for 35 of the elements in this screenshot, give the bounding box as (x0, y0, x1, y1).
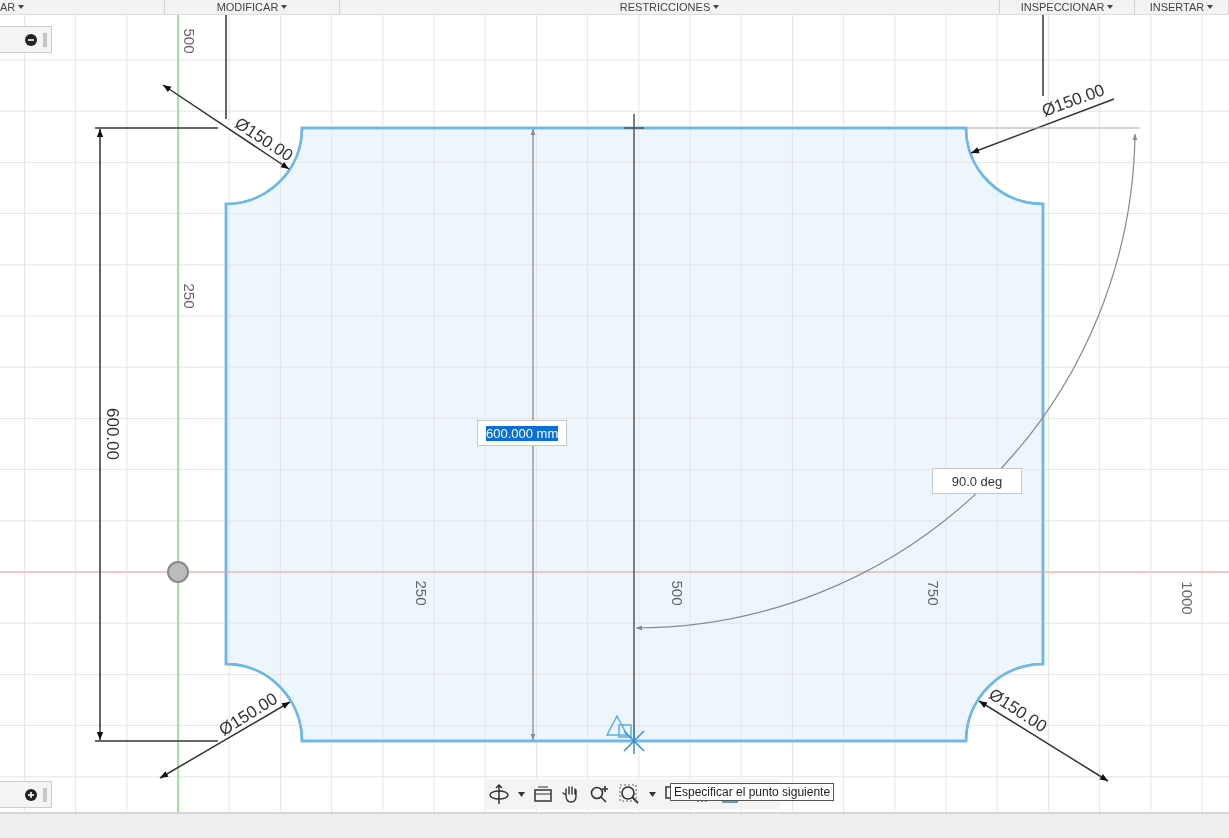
axis-label: 500 (181, 28, 198, 54)
grip-icon[interactable] (43, 32, 47, 47)
caret-icon (713, 5, 720, 9)
angle-input[interactable]: 90.0 deg (932, 468, 1022, 494)
orbit-icon[interactable] (488, 783, 510, 805)
caret-icon (18, 5, 25, 9)
menu-item[interactable]: INSPECCIONAR (1020, 0, 1114, 14)
zoom-icon[interactable] (589, 784, 611, 804)
collapse-icon[interactable] (25, 33, 37, 46)
axis-label: 750 (925, 580, 942, 606)
browser-panel[interactable] (0, 26, 52, 53)
menu-item[interactable]: MODIFICAR (216, 0, 288, 14)
axis-label: 250 (413, 580, 430, 606)
caret-icon (1207, 5, 1214, 9)
sketch-point-icon (605, 714, 645, 755)
caret-icon (1107, 5, 1114, 9)
dimension-input[interactable]: 600.000 mm (477, 420, 567, 446)
menu-item[interactable]: RESTRICCIONES (619, 0, 720, 14)
grip-icon[interactable] (43, 787, 47, 802)
origin-point (167, 561, 189, 583)
menu-item[interactable]: AR (0, 0, 25, 14)
expand-icon[interactable] (25, 788, 37, 801)
tooltip: Especificar el punto siguiente (670, 783, 835, 801)
menu-item[interactable]: INSERTAR (1149, 0, 1214, 14)
axis-label: 1000 (1179, 581, 1196, 615)
axis-label: 250 (181, 283, 198, 309)
axis-label: 500 (669, 580, 686, 606)
caret-icon (281, 5, 288, 9)
caret-icon[interactable] (518, 791, 525, 797)
look-at-icon[interactable] (533, 784, 553, 804)
input-value: 600.000 mm (486, 425, 559, 441)
browser-panel[interactable] (0, 781, 52, 808)
zoom-window-icon[interactable] (619, 784, 641, 804)
dimension-label: 600.00 (103, 408, 122, 460)
caret-icon[interactable] (649, 791, 656, 797)
